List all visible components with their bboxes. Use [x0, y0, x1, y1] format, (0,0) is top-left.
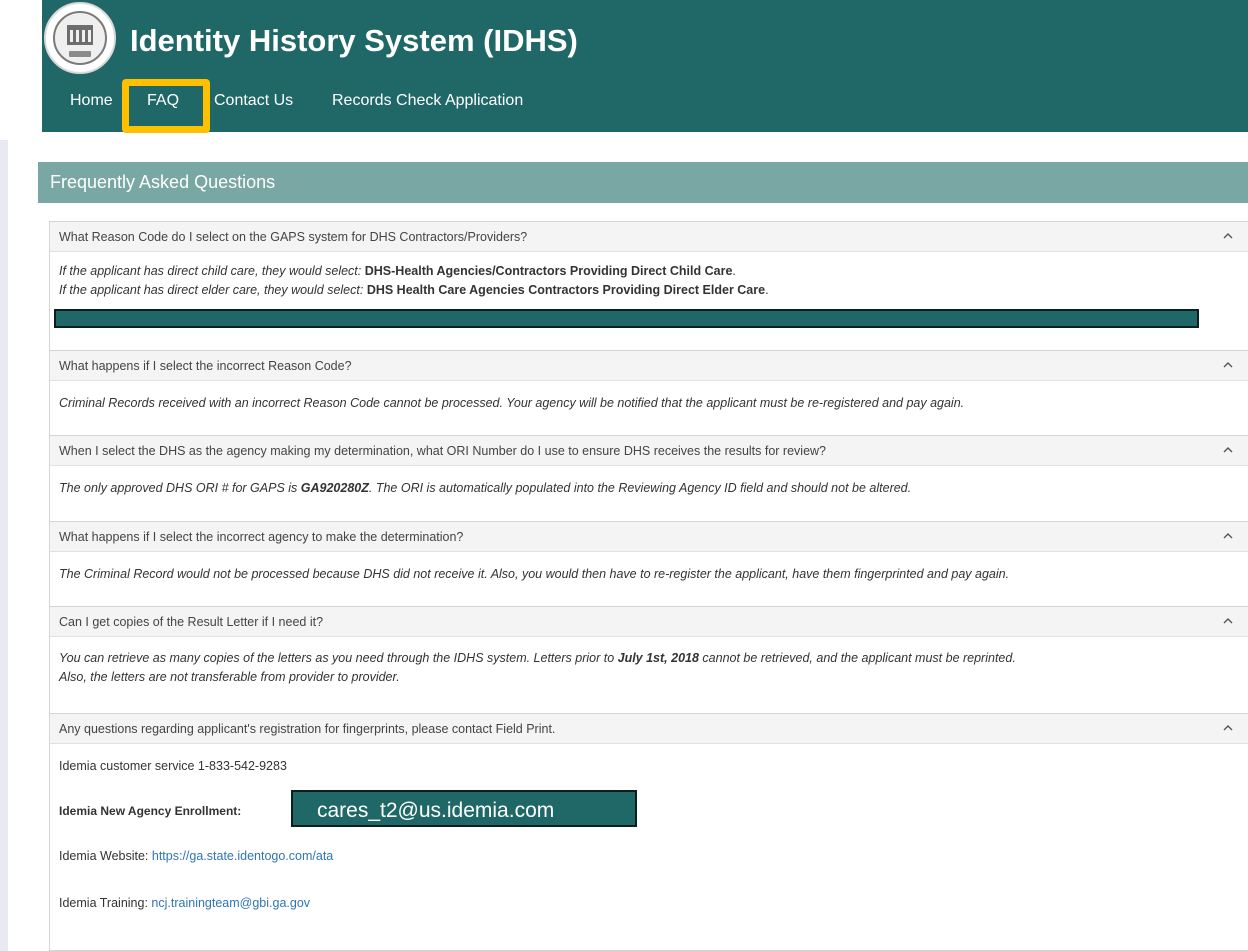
faq-question-bar[interactable]: What happens if I select the incorrect R… — [50, 351, 1248, 381]
customer-service-line: Idemia customer service 1-833-542-9283 — [59, 759, 287, 773]
nav-contact-us[interactable]: Contact Us — [214, 92, 293, 110]
answer-text: The Criminal Record would not be process… — [59, 567, 1010, 581]
faq-item-result-letter: Can I get copies of the Result Letter if… — [50, 607, 1248, 714]
panel-title: Frequently Asked Questions — [50, 172, 276, 192]
faq-question: When I select the DHS as the agency maki… — [59, 444, 827, 458]
cutoff-date: July 1st, 2018 — [617, 651, 699, 665]
faq-question-bar[interactable]: When I select the DHS as the agency maki… — [50, 436, 1248, 466]
training-label: Idemia Training: — [59, 896, 152, 910]
state-seal-icon — [44, 2, 116, 74]
answer-text: If the applicant has direct elder care, … — [59, 283, 367, 297]
faq-item-incorrect-reason-code: What happens if I select the incorrect R… — [50, 351, 1248, 436]
app-title: Identity History System (IDHS) — [130, 23, 578, 58]
chevron-up-icon[interactable] — [1221, 358, 1235, 372]
enrollment-email-box: cares_t2@us.idemia.com — [291, 790, 637, 827]
faq-accordion: What Reason Code do I select on the GAPS… — [49, 221, 1248, 951]
website-line: Idemia Website: https://ga.state.identog… — [59, 847, 333, 865]
faq-question: What Reason Code do I select on the GAPS… — [59, 230, 528, 244]
nav-records-check-application[interactable]: Records Check Application — [332, 92, 523, 110]
answer-text: The only approved DHS ORI # for GAPS is — [59, 481, 301, 495]
left-scroll-strip — [0, 140, 8, 951]
faq-question-bar[interactable]: Any questions regarding applicant's regi… — [50, 714, 1248, 744]
answer-text: cannot be retrieved, and the applicant m… — [698, 651, 1016, 665]
faq-answer: The only approved DHS ORI # for GAPS is … — [59, 479, 911, 497]
faq-question-bar[interactable]: What Reason Code do I select on the GAPS… — [50, 222, 1248, 252]
answer-bold: DHS-Health Agencies/Contractors Providin… — [364, 264, 733, 278]
website-label: Idemia Website: — [59, 849, 152, 863]
redaction-bar — [54, 309, 1199, 328]
nav-home[interactable]: Home — [70, 92, 113, 110]
faq-question: What happens if I select the incorrect R… — [59, 359, 352, 373]
faq-item-field-print: Any questions regarding applicant's regi… — [50, 714, 1248, 951]
faq-answer: Criminal Records received with an incorr… — [59, 394, 964, 412]
chevron-up-icon[interactable] — [1221, 229, 1235, 243]
answer-text: You can retrieve as many copies of the l… — [59, 651, 618, 665]
website-link[interactable]: https://ga.state.identogo.com/ata — [152, 849, 333, 863]
faq-question: What happens if I select the incorrect a… — [59, 530, 464, 544]
answer-period: . — [732, 264, 736, 278]
faq-question-bar[interactable]: What happens if I select the incorrect a… — [50, 522, 1248, 552]
enrollment-email[interactable]: cares_t2@us.idemia.com — [317, 799, 554, 823]
faq-item-ori-number: When I select the DHS as the agency maki… — [50, 436, 1248, 522]
faq-panel-header: Frequently Asked Questions — [38, 162, 1248, 203]
ori-number: GA920280Z — [300, 481, 369, 495]
faq-highlight-box — [122, 79, 210, 133]
faq-item-reason-code: What Reason Code do I select on the GAPS… — [50, 222, 1248, 351]
faq-question-bar[interactable]: Can I get copies of the Result Letter if… — [50, 607, 1248, 637]
site-header: Identity History System (IDHS) Home FAQ … — [42, 0, 1248, 133]
training-email-link[interactable]: ncj.trainingteam@gbi.ga.gov — [151, 896, 310, 910]
answer-period: . — [765, 283, 769, 297]
faq-question: Can I get copies of the Result Letter if… — [59, 615, 324, 629]
enrollment-label: Idemia New Agency Enrollment: — [59, 804, 242, 818]
faq-answer-line: If the applicant has direct elder care, … — [59, 281, 769, 299]
faq-question: Any questions regarding applicant's regi… — [59, 722, 556, 736]
answer-text: Also, the letters are not transferable f… — [59, 670, 400, 684]
faq-answer-line: Also, the letters are not transferable f… — [59, 668, 400, 686]
answer-text: If the applicant has direct child care, … — [59, 264, 365, 278]
faq-answer-line: If the applicant has direct child care, … — [59, 262, 736, 280]
training-line: Idemia Training: ncj.trainingteam@gbi.ga… — [59, 894, 310, 912]
faq-answer: The Criminal Record would not be process… — [59, 565, 1009, 583]
chevron-up-icon[interactable] — [1221, 529, 1235, 543]
faq-item-incorrect-agency: What happens if I select the incorrect a… — [50, 522, 1248, 607]
answer-text: Criminal Records received with an incorr… — [59, 396, 965, 410]
faq-answer-line: You can retrieve as many copies of the l… — [59, 649, 1016, 667]
answer-bold: DHS Health Care Agencies Contractors Pro… — [366, 283, 766, 297]
chevron-up-icon[interactable] — [1221, 443, 1235, 457]
chevron-up-icon[interactable] — [1221, 721, 1235, 735]
chevron-up-icon[interactable] — [1221, 614, 1235, 628]
answer-text: . The ORI is automatically populated int… — [368, 481, 912, 495]
